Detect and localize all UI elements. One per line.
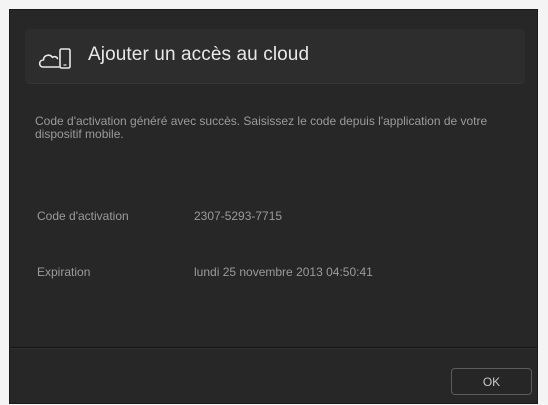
cloud-mobile-icon — [37, 46, 77, 70]
success-message: Code d'activation généré avec succès. Sa… — [35, 114, 488, 141]
activation-code-value: 2307-5293-7715 — [194, 209, 283, 223]
dialog-title: Ajouter un accès au cloud — [88, 44, 310, 65]
expiration-value: lundi 25 novembre 2013 04:50:41 — [194, 265, 373, 279]
footer-divider — [10, 347, 537, 349]
expiration-label: Expiration — [37, 265, 91, 279]
activation-code-label: Code d'activation — [37, 209, 129, 223]
dialog-header: Ajouter un accès au cloud — [25, 29, 525, 84]
cloud-access-dialog: Ajouter un accès au cloud Code d'activat… — [9, 9, 538, 404]
ok-button[interactable]: OK — [451, 368, 532, 395]
